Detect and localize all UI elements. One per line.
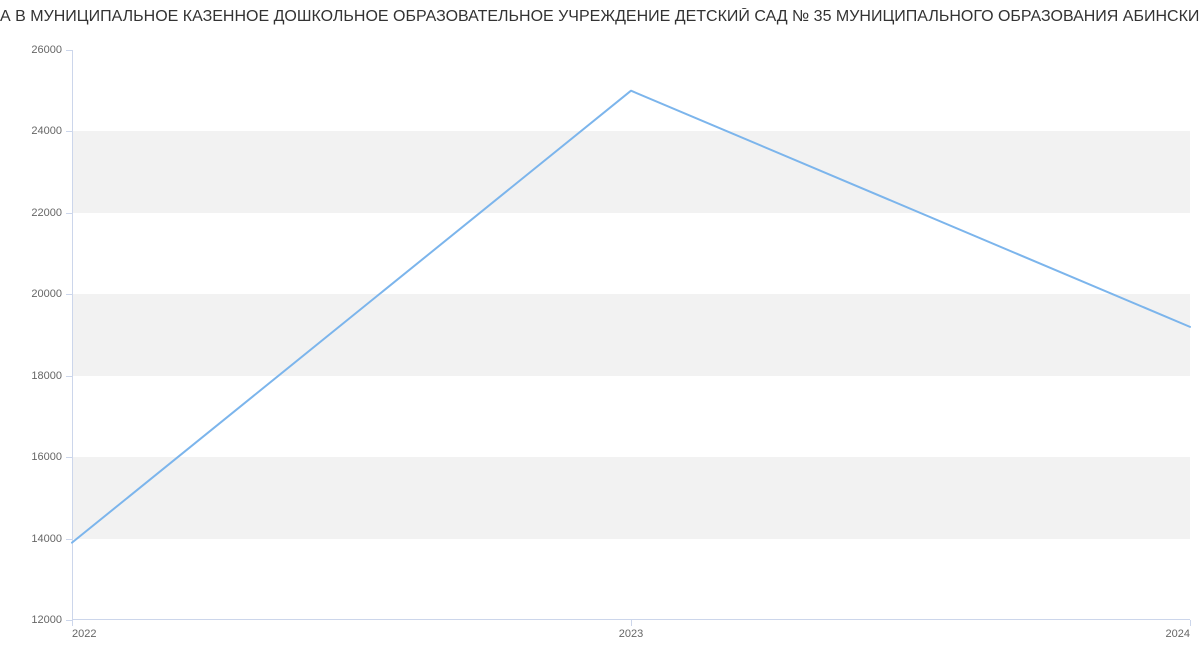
series-path (72, 91, 1190, 543)
x-tick-label: 2024 (1166, 620, 1190, 640)
y-tick-label: 18000 (31, 370, 72, 382)
y-tick-label: 26000 (31, 44, 72, 56)
y-tick-label: 14000 (31, 533, 72, 545)
x-tick-label: 2023 (619, 620, 643, 640)
line-series (72, 50, 1190, 620)
y-tick-label: 24000 (31, 125, 72, 137)
x-tick (1190, 620, 1191, 626)
plot-area: 12000 14000 16000 18000 20000 22000 2400… (72, 50, 1190, 620)
chart-container: А В МУНИЦИПАЛЬНОЕ КАЗЕННОЕ ДОШКОЛЬНОЕ ОБ… (0, 0, 1200, 650)
chart-title: А В МУНИЦИПАЛЬНОЕ КАЗЕННОЕ ДОШКОЛЬНОЕ ОБ… (0, 8, 1200, 26)
y-tick-label: 20000 (31, 288, 72, 300)
y-tick-label: 12000 (31, 614, 72, 626)
y-tick-label: 22000 (31, 207, 72, 219)
x-tick-label: 2022 (72, 620, 96, 640)
y-tick-label: 16000 (31, 451, 72, 463)
